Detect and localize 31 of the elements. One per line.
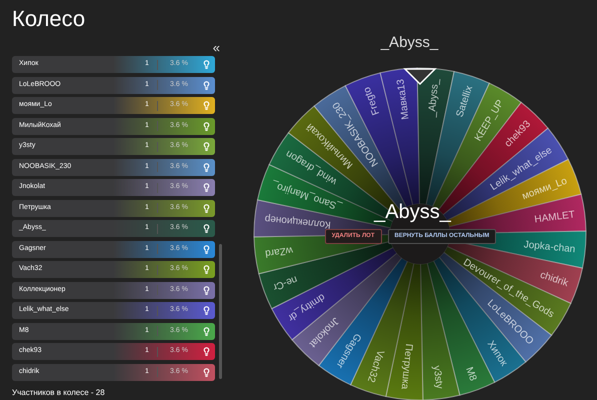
participants-total: Участников в колесе - 28 [12, 386, 106, 398]
wheel-label: Мавка13 [395, 78, 412, 120]
lightbulb-icon[interactable] [202, 162, 212, 172]
page-title: Колесо [12, 5, 86, 33]
wheel-label: _Abyss_ [426, 78, 442, 118]
lightbulb-icon[interactable] [202, 183, 212, 192]
wheel-label: wZard [264, 244, 294, 259]
lightbulb-icon[interactable] [202, 204, 212, 212]
scrollbar-thumb[interactable] [219, 244, 222, 379]
lightbulb-icon[interactable] [202, 244, 212, 254]
lightbulb-icon[interactable] [202, 224, 212, 233]
wheel-label: Коллекционер [264, 212, 332, 230]
lightbulb-icon[interactable] [202, 122, 212, 130]
wheel-label: y3sty [430, 364, 445, 390]
lightbulb-icon[interactable] [202, 80, 212, 90]
selected-lot: _Abyss_ [374, 202, 451, 222]
lightbulb-icon[interactable] [202, 368, 212, 376]
wheel-label: Satellix [454, 84, 476, 119]
wheel-label: Петрушка [398, 343, 414, 390]
wheel-label: ne-Cr [271, 273, 299, 292]
wheel-label: Vach32 [364, 348, 386, 384]
lightbulb-icon[interactable] [202, 347, 212, 356]
lightbulb-icon[interactable] [202, 265, 212, 274]
winner-name: _Abyss_ [380, 32, 438, 52]
lightbulb-icon[interactable] [202, 306, 212, 315]
wheel-label: Jopka-chan [523, 239, 576, 256]
collapse-button[interactable]: « [212, 38, 220, 56]
lightbulb-icon[interactable] [202, 326, 212, 336]
lightbulb-icon[interactable] [202, 286, 212, 294]
wheel-label: M8 [463, 366, 478, 383]
wheel-label: HAMLET [534, 209, 576, 226]
